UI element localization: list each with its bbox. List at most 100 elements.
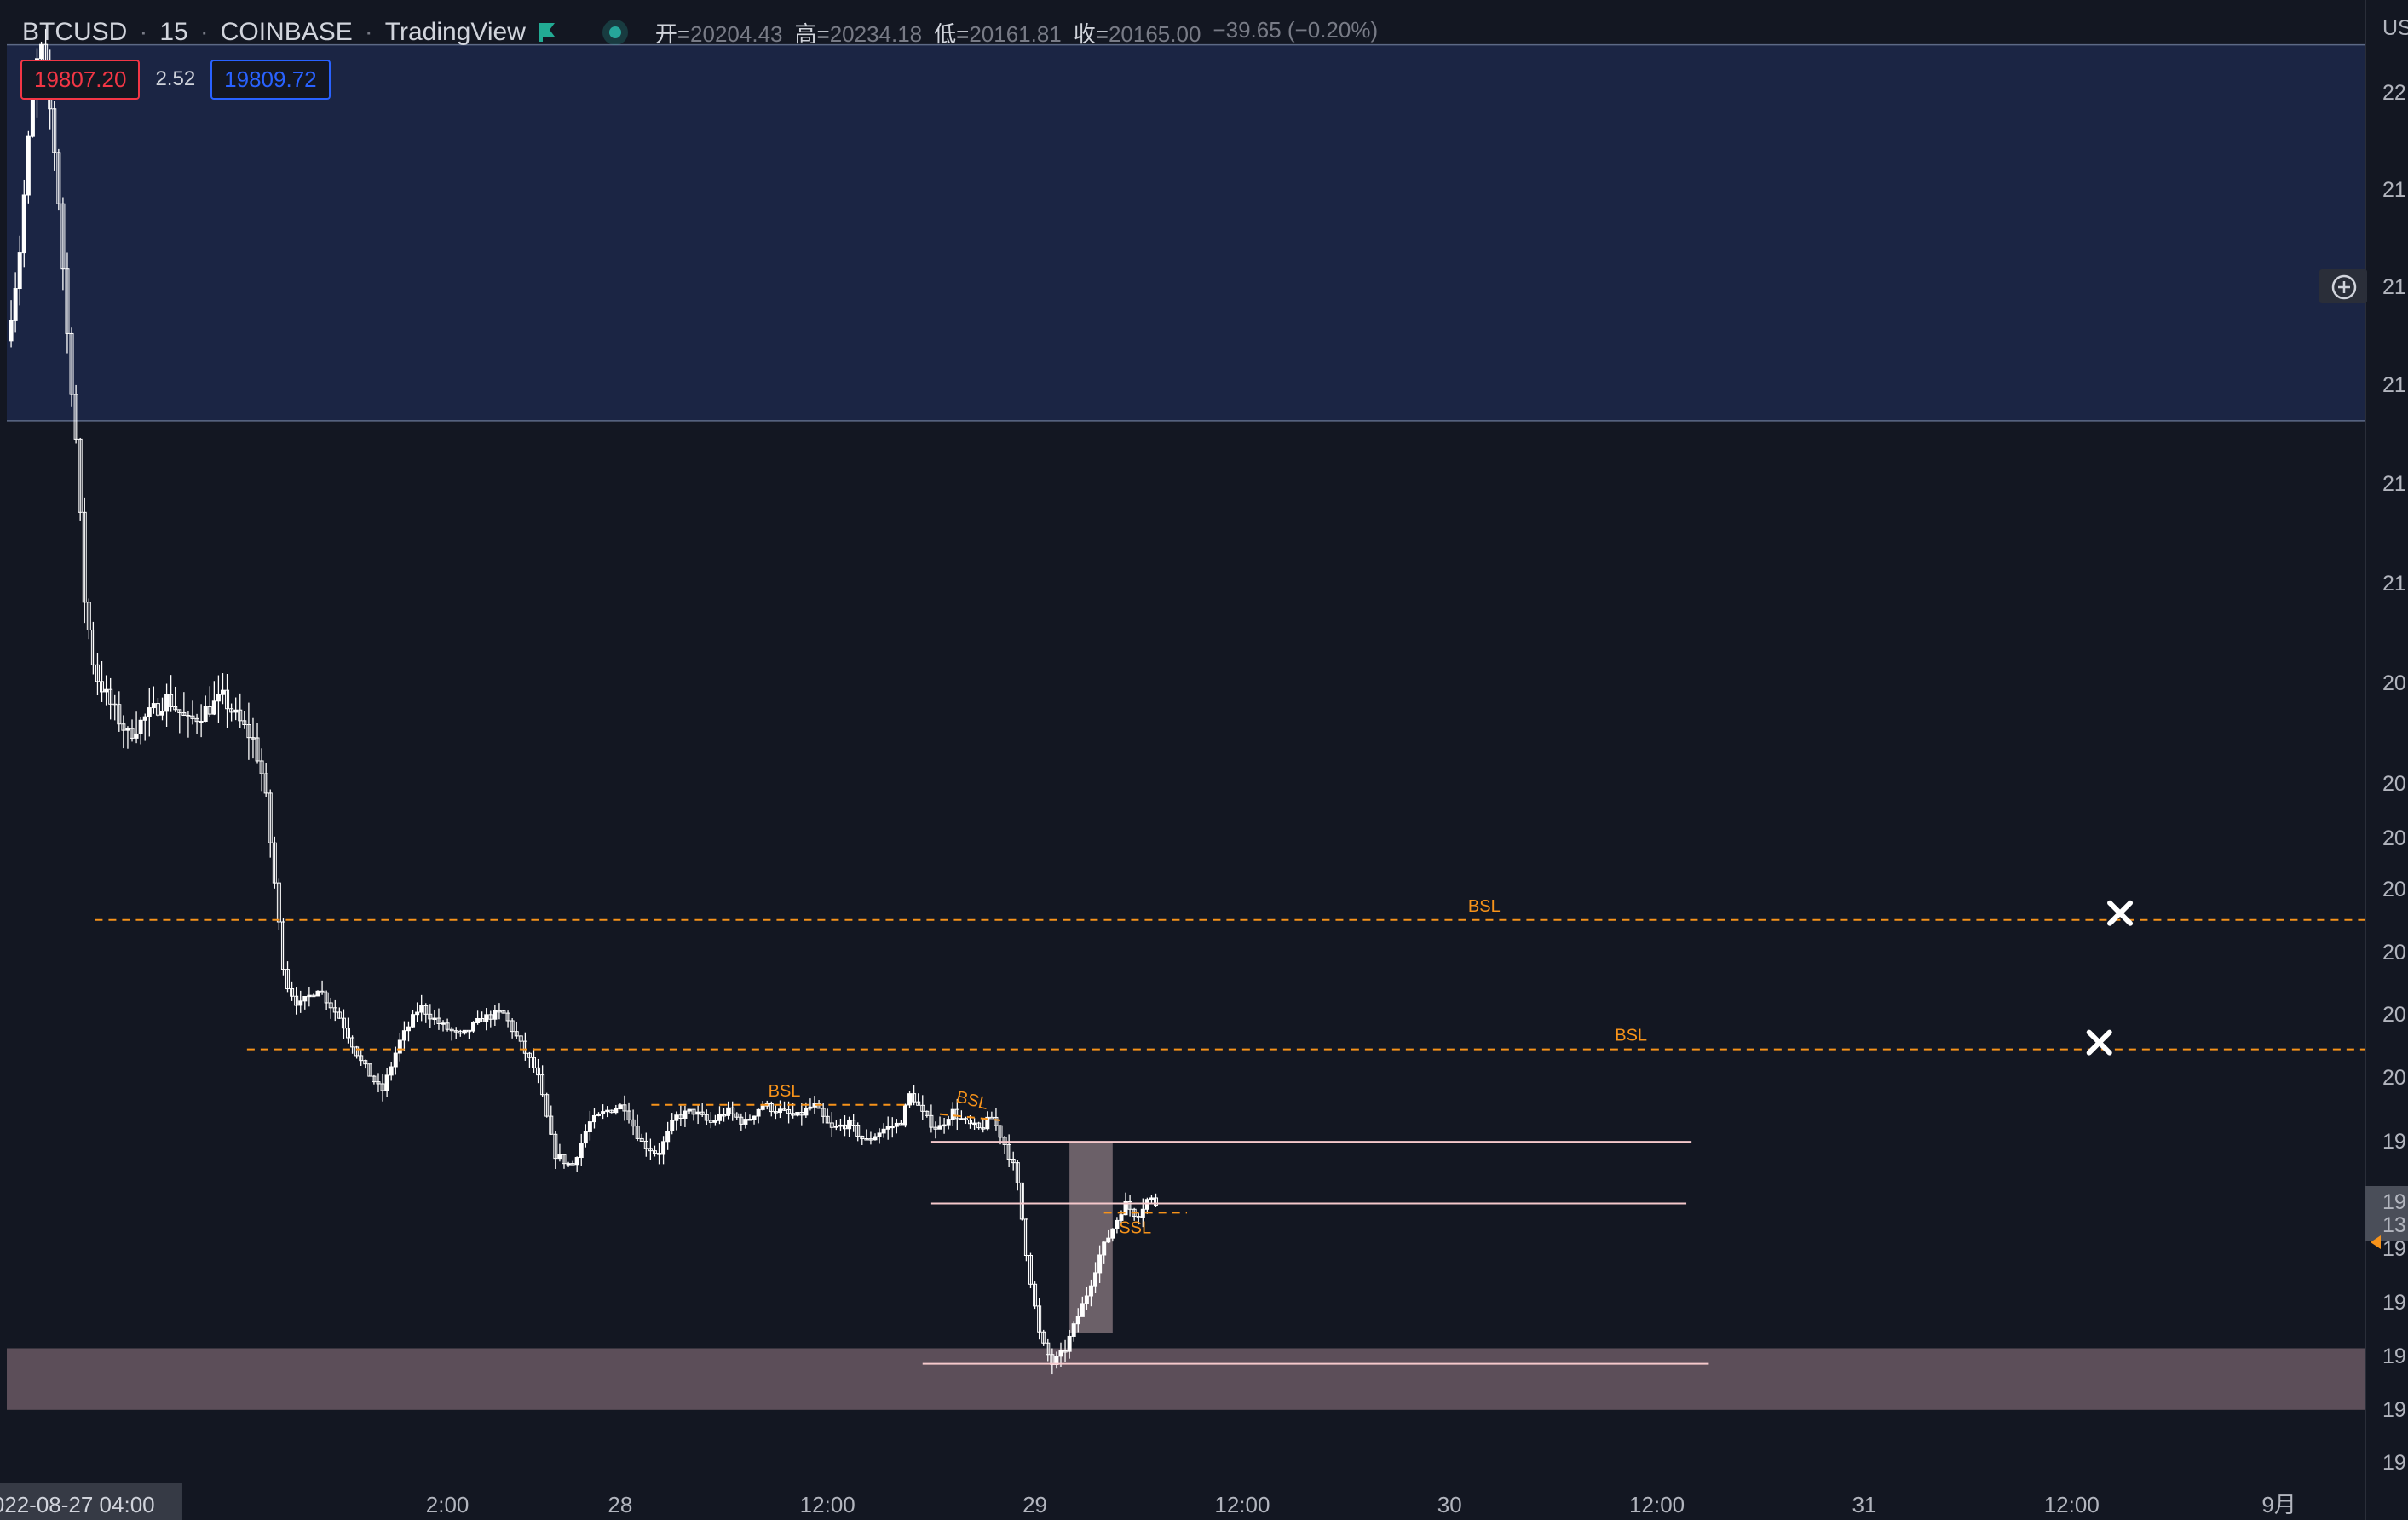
candle-body <box>1140 1208 1145 1218</box>
trade-buttons: 19807.20 2.52 19809.72 <box>20 59 331 100</box>
candle-body <box>833 1126 838 1128</box>
time-axis: 2:002022-08-27 04:002:002812:002912:0030… <box>0 1483 2296 1520</box>
candle-body <box>411 1014 416 1028</box>
candle-body <box>199 721 204 723</box>
candle-body <box>574 1157 579 1166</box>
candle-body <box>406 1026 411 1032</box>
candle-body <box>717 1114 722 1121</box>
candle-body <box>134 733 139 739</box>
close-x-icon[interactable] <box>2086 1029 2112 1056</box>
candle-body <box>462 1029 467 1034</box>
interval-label[interactable]: 15 <box>159 18 187 47</box>
candle-body <box>9 320 14 342</box>
candle-body <box>471 1022 476 1032</box>
candle-body <box>1097 1254 1103 1274</box>
candle-body <box>907 1093 913 1106</box>
candle-body <box>687 1108 692 1112</box>
candle-body <box>298 1000 303 1006</box>
price-tick-label: 19 <box>2382 1451 2406 1475</box>
status-dot-icon[interactable] <box>602 20 628 45</box>
chart-area[interactable]: BSL BSL BSL BSL SSL US 22 21 21 21 21 21 20 20 20 20 20 2… <box>0 0 2408 1520</box>
candle-body <box>885 1126 890 1130</box>
change-value: −39.65 (−0.20%) <box>1213 16 1379 43</box>
candle-body <box>808 1106 813 1109</box>
candle-body <box>752 1115 757 1120</box>
candle-body <box>164 694 170 712</box>
candle-body <box>756 1108 761 1117</box>
candle-body <box>989 1116 994 1120</box>
symbol-name[interactable]: BTCUSD <box>22 18 127 47</box>
price-tick-label: 20 <box>2382 878 2406 901</box>
separator-dot: · <box>199 18 209 46</box>
close-value: 20165.00 <box>1108 20 1201 47</box>
price-tick-label: 19 <box>2382 1344 2406 1368</box>
source-label: TradingView <box>384 18 526 46</box>
time-tick-label: 12:00 <box>1214 1492 1270 1517</box>
candle-body <box>712 1120 717 1123</box>
time-tick-label: 9月 <box>2261 1492 2296 1517</box>
candle-body <box>203 705 208 723</box>
candle-body <box>125 728 130 731</box>
candle-body <box>13 288 18 321</box>
price-tick-label: 20 <box>2382 826 2406 850</box>
candle-body <box>441 1022 446 1025</box>
candle-body <box>950 1108 955 1120</box>
candle-body <box>1088 1285 1093 1297</box>
candle-body <box>726 1107 731 1116</box>
price-tick-label: 22 <box>2382 81 2406 105</box>
price-tick-label: 19 <box>2382 1130 2406 1154</box>
candle-body <box>605 1109 610 1113</box>
sell-button[interactable]: 19807.20 <box>20 59 141 100</box>
candle-body <box>579 1143 584 1159</box>
candle-body <box>1144 1199 1149 1210</box>
flag-icon[interactable] <box>538 21 556 43</box>
candle-body <box>104 688 109 693</box>
candle-body <box>30 96 35 137</box>
high-label: 高= <box>794 20 830 47</box>
candle-body <box>397 1039 402 1054</box>
candle-body <box>902 1104 907 1126</box>
price-chart[interactable]: BSLBSLBSL BSLSSLUS22212121212120202020202… <box>0 0 2408 1520</box>
spread-value: 2.52 <box>155 67 196 90</box>
time-tick-label: 2022-08-27 04:00 <box>0 1492 155 1517</box>
candle-body <box>873 1136 878 1141</box>
time-tick-label: 30 <box>1437 1492 1462 1517</box>
candle-body <box>419 1005 424 1013</box>
supply-zone <box>7 44 2365 421</box>
candle-body <box>596 1113 602 1116</box>
candle-body <box>795 1111 800 1116</box>
candle-body <box>777 1108 782 1114</box>
candle-body <box>946 1119 951 1126</box>
buy-button[interactable]: 19809.72 <box>210 59 331 100</box>
candle-body <box>160 711 165 716</box>
demand-zone <box>7 1348 2365 1410</box>
candle-body <box>147 707 152 717</box>
candle-body <box>583 1131 588 1144</box>
candle-body <box>1093 1272 1098 1287</box>
candle-body <box>233 709 239 713</box>
candle-body <box>890 1126 895 1129</box>
price-tick-label: US <box>2382 16 2408 40</box>
candle-body <box>151 703 156 709</box>
candle-body <box>1075 1316 1080 1325</box>
bsl-line-3-label: BSL <box>769 1082 801 1101</box>
price-tick-label: 20 <box>2382 1066 2406 1090</box>
price-tick-label: 21 <box>2382 472 2406 496</box>
exchange-label: COINBASE <box>220 18 353 46</box>
candle-body <box>877 1132 882 1137</box>
plus-circle-icon[interactable] <box>2330 273 2359 302</box>
candle-body <box>142 716 147 721</box>
price-tick-label: 21 <box>2382 178 2406 202</box>
candle-body <box>216 694 221 702</box>
time-tick-label: 28 <box>608 1492 632 1517</box>
candle-body <box>26 135 31 196</box>
candle-body <box>432 1017 437 1021</box>
candle-body <box>838 1124 843 1127</box>
price-tick-label: 19 <box>2382 1398 2406 1422</box>
time-tick-label: 12:00 <box>2044 1492 2100 1517</box>
separator-dot: · <box>364 18 373 46</box>
candle-body <box>942 1124 947 1127</box>
time-tick-label: 12:00 <box>1629 1492 1685 1517</box>
candle-body <box>415 1011 420 1016</box>
candle-body <box>211 700 216 715</box>
